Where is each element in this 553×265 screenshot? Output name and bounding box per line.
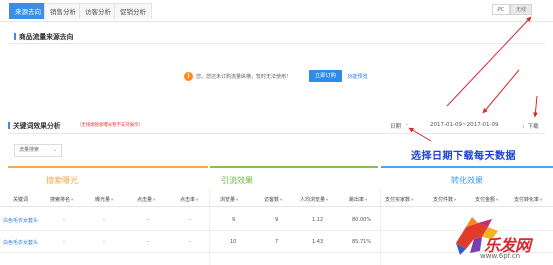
col-visitors[interactable]: 访客数▾ <box>264 196 282 203</box>
sort-icon: ▾ <box>111 198 114 203</box>
table-cell: - <box>189 217 191 223</box>
table-header: 关键词 搜索排名▾ 曝光量▾ 点击量▾ 点击率▾ 浏览量▾ 访客数▾ 人均浏览量… <box>0 193 553 207</box>
arrow-to-wireless <box>446 16 532 107</box>
col-conversion[interactable]: 支付转化率▾ <box>514 196 542 203</box>
col-ctr[interactable]: 点击率▾ <box>180 196 198 203</box>
col-label: 点击量 <box>137 197 153 203</box>
sort-icon: ▾ <box>496 198 499 203</box>
col-pieces[interactable]: 支付件数▾ <box>433 196 456 203</box>
arrow-to-date-range <box>482 69 520 114</box>
download-icon: ↓ <box>521 124 526 130</box>
traffic-filter-select[interactable]: 流量搜索 ⌄ <box>14 144 62 157</box>
col-label: 跳出率 <box>349 197 365 203</box>
wireless-hint: （无线端搜索曝光暂不支持展示） <box>77 123 143 128</box>
table-cell: 1.43 <box>312 239 324 245</box>
arrow-to-date-picker <box>408 127 432 142</box>
col-avg-views[interactable]: 人均浏览量▾ <box>300 196 328 203</box>
col-label: 点击率 <box>180 197 196 203</box>
col-label: 支付转化率 <box>514 197 540 203</box>
sort-icon: ▾ <box>540 198 543 203</box>
keyword-link[interactable]: 白色毛衣女套头 <box>3 239 38 246</box>
sort-icon: ▾ <box>454 198 457 203</box>
col-keyword: 关键词 <box>13 197 29 203</box>
pc-toggle[interactable]: PC <box>492 4 510 15</box>
table-cell: - <box>63 217 65 223</box>
col-label: 人均浏览量 <box>300 197 326 203</box>
sort-icon: ▾ <box>153 198 156 203</box>
sort-icon: ▾ <box>411 198 414 203</box>
col-label: 访客数 <box>264 197 280 203</box>
tab-visitors[interactable]: 访客分析 <box>79 3 117 19</box>
col-label: 搜索排名 <box>50 197 71 203</box>
top-tab-bar: 来源去向 销售分析 访客分析 促销分析 PC 无线 <box>0 0 553 22</box>
keyword-link[interactable]: 白色毛衣女套头 <box>3 217 38 224</box>
keyword-section-title: 关键词效果分析 <box>8 120 61 130</box>
sort-icon: ▾ <box>365 198 368 203</box>
table-cell: - <box>147 217 149 223</box>
date-range[interactable]: 2017-01-09~2017-01-09 <box>430 122 499 128</box>
sort-icon: ▾ <box>280 198 283 203</box>
col-buyers[interactable]: 支付买家数▾ <box>385 196 413 203</box>
col-label: 曝光量 <box>95 197 111 203</box>
col-label: 支付件数 <box>433 197 454 203</box>
table-cell: - <box>103 217 105 223</box>
tab-sales[interactable]: 销售分析 <box>44 3 82 19</box>
order-notice: 您，您还未订购流量纵横，暂时无法使用！ <box>196 74 292 80</box>
table-cell: - <box>147 239 149 245</box>
col-label: 浏览量 <box>220 197 236 203</box>
col-label: 支付金额 <box>475 197 496 203</box>
annotation-text: 选择日期下载每天数据 <box>411 151 516 162</box>
table-cell: 1.12 <box>312 217 324 223</box>
table-cell: - <box>189 239 191 245</box>
table-cell: 9 <box>275 217 279 223</box>
table-cell: 9 <box>232 217 236 223</box>
section-marker <box>14 33 16 40</box>
table-cell: 80.00% <box>352 217 372 223</box>
tab-promotion[interactable]: 促销分析 <box>114 3 152 19</box>
sort-icon: ▾ <box>236 198 239 203</box>
col-label: 支付买家数 <box>385 197 411 203</box>
wireless-toggle[interactable]: 无线 <box>510 4 532 15</box>
keyword-section-title-text: 关键词效果分析 <box>13 122 61 130</box>
order-now-button[interactable]: 立即订购 <box>309 70 342 82</box>
date-label[interactable]: 日期 <box>390 122 401 130</box>
search-exposure-group <box>8 166 208 189</box>
source-section-title-text: 商品流量来源去向 <box>19 33 74 41</box>
section-marker <box>8 122 10 129</box>
chevron-down-icon: ⌄ <box>52 147 57 153</box>
chevron-down-icon[interactable]: ⌄ <box>405 121 409 127</box>
col-search-rank[interactable]: 搜索排名▾ <box>50 196 73 203</box>
table-cell: - <box>63 239 65 245</box>
traffic-filter-value: 流量搜索 <box>19 147 40 153</box>
divider <box>8 133 545 134</box>
source-section-title: 商品流量来源去向 <box>14 31 73 41</box>
warning-icon: ! <box>184 72 193 81</box>
table-cell: 85.71% <box>352 239 372 245</box>
table-cell: 10 <box>230 239 237 245</box>
col-exposure[interactable]: 曝光量▾ <box>95 196 113 203</box>
sort-icon: ▾ <box>326 198 329 203</box>
table-cell: - <box>103 239 105 245</box>
search-exposure-title: 搜索曝光 <box>46 176 78 185</box>
col-pageviews[interactable]: 浏览量▾ <box>220 196 238 203</box>
conversion-effect-title: 转化效果 <box>451 176 483 185</box>
divider <box>8 43 545 44</box>
sort-icon: ▾ <box>196 198 199 203</box>
col-amount[interactable]: 支付金额▾ <box>475 196 498 203</box>
feature-preview-link[interactable]: 功能预览 <box>347 73 368 80</box>
tab-source[interactable]: 来源去向 <box>9 3 47 19</box>
sort-icon: ▾ <box>71 198 74 203</box>
watermark-url: www.6pf.cn <box>480 252 521 260</box>
arrow-to-download <box>532 95 538 118</box>
col-bounce[interactable]: 跳出率▾ <box>349 196 367 203</box>
download-label: 下载 <box>527 124 539 130</box>
traffic-effect-title: 引流效果 <box>221 176 253 185</box>
table-cell: 7 <box>275 239 279 245</box>
col-clicks[interactable]: 点击量▾ <box>137 196 155 203</box>
download-button[interactable]: ↓ 下载 <box>521 122 539 130</box>
